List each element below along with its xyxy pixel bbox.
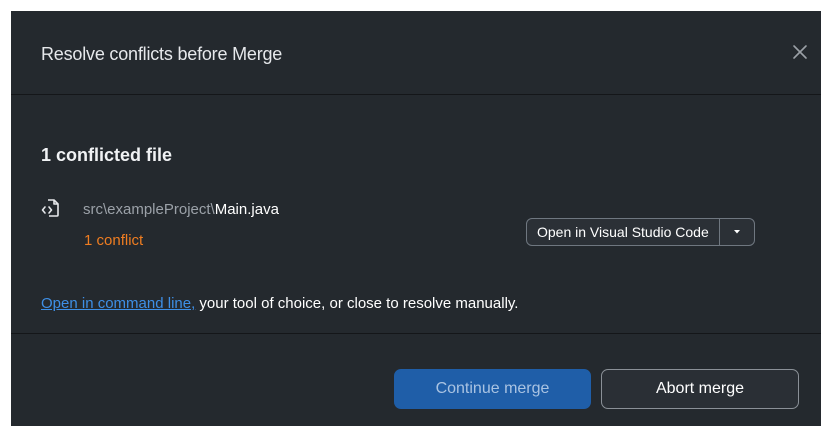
conflicted-file-path: src\exampleProject\Main.java xyxy=(83,201,279,218)
chevron-down-icon xyxy=(733,230,740,234)
file-name: Main.java xyxy=(214,201,279,218)
conflicted-files-heading: 1 conflicted file xyxy=(41,145,173,165)
open-in-vscode-button[interactable]: Open in Visual Studio Code xyxy=(527,219,720,245)
conflict-count: 1 conflict xyxy=(84,232,144,249)
close-icon[interactable] xyxy=(789,41,811,63)
help-text-rest: your tool of choice, or close to resolve… xyxy=(195,295,519,312)
resolve-conflicts-dialog: Resolve conflicts before Merge 1 conflic… xyxy=(11,11,821,426)
abort-merge-button[interactable]: Abort merge xyxy=(601,369,799,409)
dialog-body: 1 conflicted file src\exampleProject\Mai… xyxy=(11,96,821,332)
help-text: Open in command line, your tool of choic… xyxy=(41,295,518,312)
dialog-footer: Continue merge Abort merge xyxy=(11,333,821,426)
open-command-line-link[interactable]: Open in command line, xyxy=(41,295,195,312)
dialog-header: Resolve conflicts before Merge xyxy=(11,11,821,95)
open-options-dropdown[interactable] xyxy=(720,219,754,245)
open-in-editor-split-button: Open in Visual Studio Code xyxy=(526,218,755,246)
dialog-title: Resolve conflicts before Merge xyxy=(41,44,283,64)
continue-merge-button[interactable]: Continue merge xyxy=(394,369,591,409)
file-path-prefix: src\exampleProject\ xyxy=(83,201,215,218)
code-file-icon xyxy=(41,198,61,218)
